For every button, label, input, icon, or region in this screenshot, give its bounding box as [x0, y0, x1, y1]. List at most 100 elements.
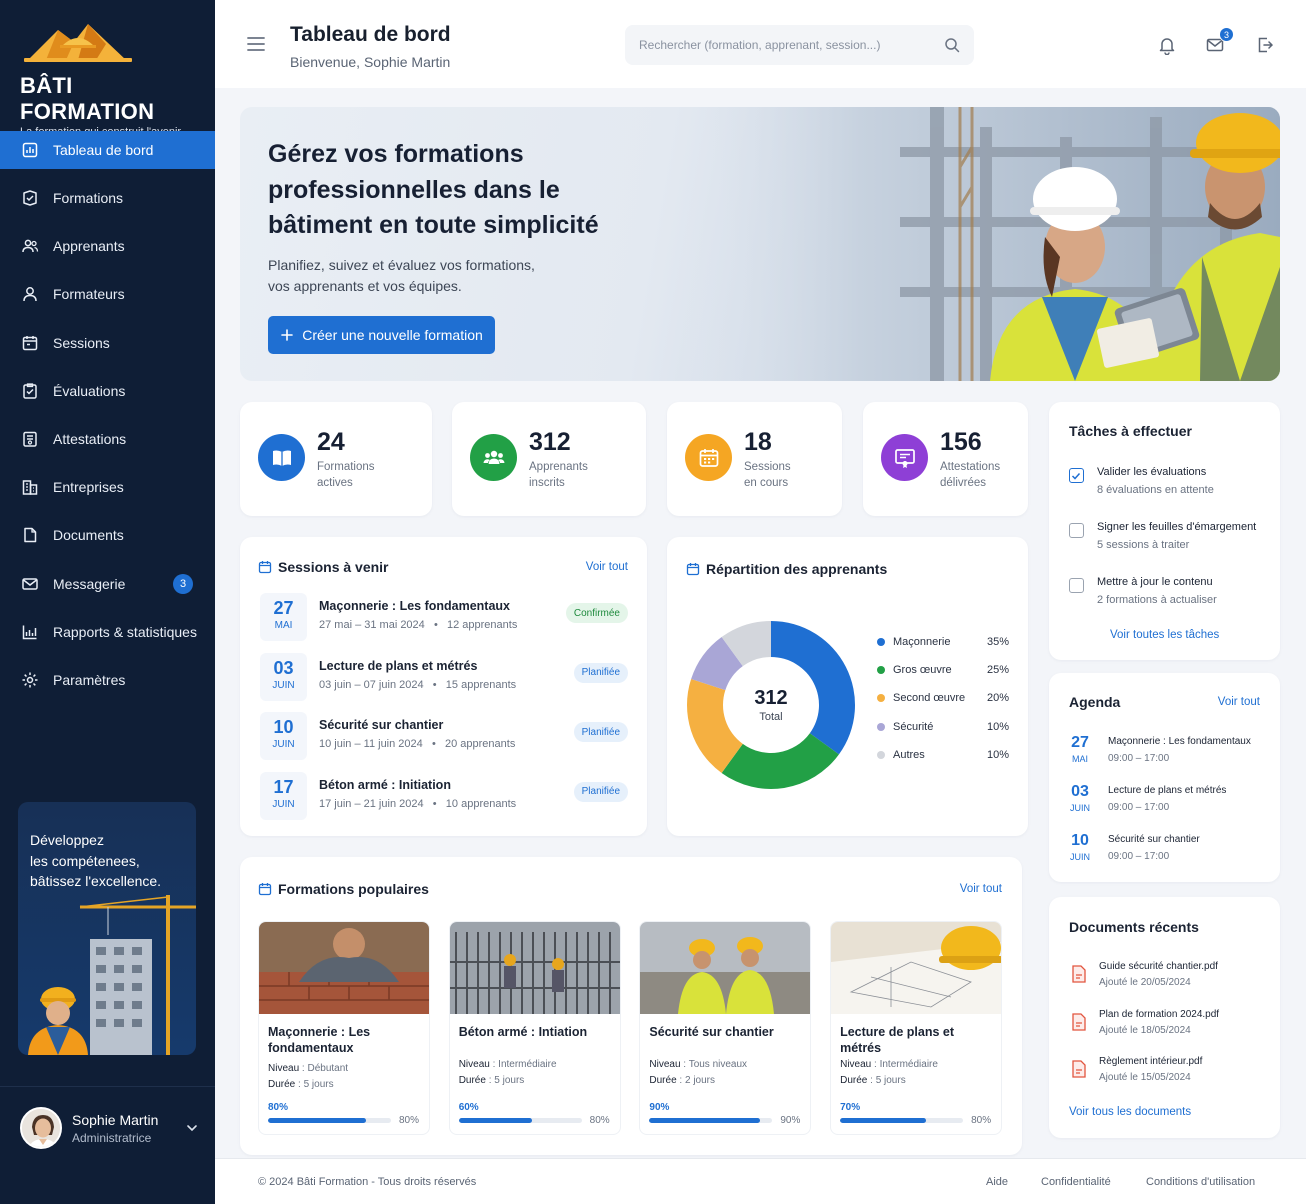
sidebar-item-6[interactable]: Attestations: [0, 415, 215, 463]
search-bar: [625, 25, 974, 65]
document-item[interactable]: Règlement intérieur.pdf Ajouté le 15/05/2…: [1069, 1056, 1269, 1090]
avatar-portrait-icon: [22, 1109, 60, 1147]
popular-view-all-link[interactable]: Voir tout: [960, 883, 1002, 895]
session-name: Maçonnerie : Les fondamentaux: [319, 599, 511, 613]
user-role: Administratrice: [72, 1130, 152, 1145]
formation-card[interactable]: Lecture de plans et métrés Niveau : Inter…: [830, 921, 1003, 1135]
recent-documents-card: Documents récents Guide sécurité chantie…: [1049, 897, 1280, 1138]
sidebar-item-label: Documents: [53, 527, 124, 544]
legend-value: 10%: [986, 720, 1009, 733]
session-date: 10 JUIN: [260, 712, 307, 760]
pdf-file-icon: [1072, 965, 1086, 983]
sidebar-item-7[interactable]: Entreprises: [0, 463, 215, 511]
formation-image: [640, 922, 811, 1014]
bell-icon[interactable]: [1157, 35, 1177, 55]
mail-badge: 3: [1219, 27, 1234, 42]
agenda-title: Maçonnerie : Les fondamentaux: [1108, 736, 1251, 747]
logout-icon[interactable]: [1255, 35, 1275, 55]
agenda-title: Sécurité sur chantier: [1108, 834, 1200, 845]
footer-privacy-link[interactable]: Confidentialité: [1041, 1176, 1111, 1188]
page-subtitle: Bienvenue, Sophie Martin: [290, 54, 451, 70]
footer-help-link[interactable]: Aide: [986, 1176, 1008, 1188]
session-row[interactable]: 10 JUIN Sécurité sur chantier 10 juin – 11 …: [258, 712, 630, 762]
hamburger-menu-icon[interactable]: [247, 36, 265, 52]
document-item[interactable]: Plan de formation 2024.pdf Ajouté le 18/0…: [1069, 1009, 1269, 1043]
top-header: Tableau de bord Bienvenue, Sophie Martin…: [215, 0, 1306, 88]
sidebar-item-9[interactable]: Messagerie 3: [0, 560, 215, 608]
sessions-view-all-link[interactable]: Voir tout: [586, 561, 628, 573]
user-info: Sophie Martin Administratrice: [72, 1112, 158, 1145]
sidebar-item-0[interactable]: Tableau de bord: [0, 131, 215, 169]
task-checkbox[interactable]: [1069, 468, 1084, 483]
session-row[interactable]: 27 MAI Maçonnerie : Les fondamentaux 27 mai…: [258, 593, 630, 643]
sidebar-item-label: Apprenants: [53, 238, 125, 255]
document-item[interactable]: Guide sécurité chantier.pdf Ajouté le 20/…: [1069, 961, 1269, 995]
stat-card-attestations[interactable]: 156 Attestations délivrées: [863, 402, 1028, 516]
session-row[interactable]: 03 JUIN Lecture de plans et métrés 03 juin …: [258, 652, 630, 703]
user-profile[interactable]: Sophie Martin Administratrice: [20, 1106, 200, 1150]
hero-title: Gérez vos formations professionnelles da…: [268, 140, 599, 239]
agenda-time: 09:00 – 17:00: [1108, 753, 1170, 764]
formation-duration: Durée : 2 jours: [649, 1075, 715, 1086]
agenda-item[interactable]: 10 JUIN Sécurité sur chantier 09:00 – 17:00: [1069, 832, 1269, 868]
formation-card[interactable]: Sécurité sur chantier Niveau : Tous nivea…: [639, 921, 812, 1135]
task-checkbox[interactable]: [1069, 523, 1084, 538]
tasks-view-all-link[interactable]: Voir toutes les tâches: [1110, 629, 1219, 641]
stat-label: Apprenants inscrits: [529, 461, 588, 489]
stat-card-apprenants[interactable]: 312 Apprenants inscrits: [452, 402, 646, 516]
sidebar-item-2[interactable]: Apprenants: [0, 222, 215, 270]
create-formation-button[interactable]: Créer une nouvelle formation: [268, 316, 495, 354]
legend-item: Sécurité 10%: [877, 719, 1009, 735]
session-row[interactable]: 17 JUIN Béton armé : Initiation 17 juin – 2…: [258, 771, 630, 822]
formation-card[interactable]: Maçonnerie : Les fondamentaux Niveau : Dé…: [258, 921, 430, 1135]
status-badge: Planifiée: [573, 662, 628, 683]
session-name: Sécurité sur chantier: [319, 718, 444, 732]
agenda-item[interactable]: 27 MAI Maçonnerie : Les fondamentaux 09:00 …: [1069, 734, 1269, 770]
pdf-file-icon: [1072, 1060, 1086, 1078]
crane-building-illustration: [28, 895, 196, 1055]
agenda-view-all-link[interactable]: Voir tout: [1218, 696, 1260, 708]
card-title: Documents récents: [1069, 919, 1199, 935]
stat-card-sessions[interactable]: 18 Sessions en cours: [667, 402, 842, 516]
sidebar-item-label: Attestations: [53, 431, 127, 448]
progress-value: 80%: [589, 1115, 610, 1126]
progress-label: 90%: [649, 1102, 670, 1113]
sidebar-item-1[interactable]: Formations: [0, 174, 215, 222]
search-input[interactable]: [639, 38, 944, 52]
session-name: Lecture de plans et métrés: [319, 658, 478, 673]
footer-copyright: © 2024 Bâti Formation - Tous droits rése…: [258, 1176, 477, 1188]
task-subtitle: 8 évaluations en attente: [1097, 484, 1214, 496]
session-meta: 27 mai – 31 mai 2024 • 12 apprenants: [319, 619, 518, 631]
documents-view-all-link[interactable]: Voir tous les documents: [1069, 1106, 1191, 1118]
legend-item: Second œuvre 20%: [877, 690, 1009, 706]
status-badge: Confirmée: [565, 603, 628, 623]
legend-value: 10%: [986, 748, 1009, 761]
task-checkbox[interactable]: [1069, 578, 1084, 593]
stat-card-formations[interactable]: 24 Formations actives: [240, 402, 432, 516]
document-date: Ajouté le 18/05/2024: [1099, 1024, 1191, 1036]
progress-bar: [649, 1118, 773, 1123]
donut-center: 312 Total: [732, 687, 810, 723]
task-title: Signer les feuilles d'émargement: [1097, 521, 1257, 533]
agenda-day: 27: [1071, 734, 1089, 751]
formation-card[interactable]: Béton armé : Intiation Niveau : Intermédi…: [448, 921, 621, 1135]
brand-logo[interactable]: BÂTI FORMATION La formation qui construi…: [20, 16, 200, 138]
sidebar-item-11[interactable]: Paramètres: [0, 656, 215, 704]
progress-bar: [458, 1118, 582, 1123]
task-subtitle: 5 sessions à traiter: [1097, 539, 1190, 551]
agenda-item[interactable]: 03 JUIN Lecture de plans et métrés 09:00 – …: [1069, 783, 1269, 819]
sidebar-item-10[interactable]: Rapports & statistiques: [0, 608, 215, 656]
formation-image: [259, 922, 429, 1014]
sidebar-item-8[interactable]: Documents: [0, 511, 215, 559]
legend-item: Gros œuvre 25%: [877, 662, 1009, 678]
chevron-down-icon[interactable]: [184, 1120, 200, 1136]
user-name: Sophie Martin: [72, 1111, 159, 1128]
search-icon[interactable]: [944, 37, 960, 53]
footer-terms-link[interactable]: Conditions d'utilisation: [1146, 1176, 1255, 1188]
session-meta: 17 juin – 21 juin 2024 • 10 apprenants: [319, 797, 517, 810]
footer: © 2024 Bâti Formation - Tous droits rése…: [215, 1158, 1306, 1204]
sidebar-item-label: Évaluations: [53, 382, 126, 399]
sidebar-item-5[interactable]: Évaluations: [0, 367, 215, 415]
sidebar-item-4[interactable]: Sessions: [0, 319, 215, 367]
sidebar-item-3[interactable]: Formateurs: [0, 270, 215, 318]
